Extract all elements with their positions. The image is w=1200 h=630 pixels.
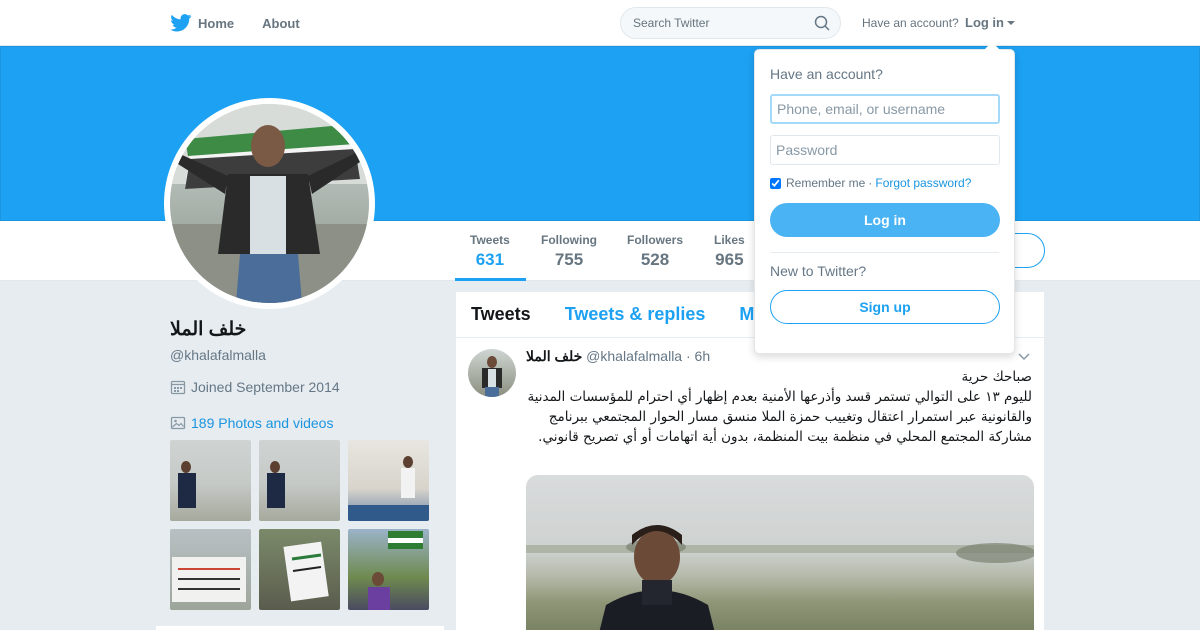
thumbnail-figure	[267, 461, 285, 508]
joined-date: Joined September 2014	[170, 379, 340, 395]
calendar-icon	[170, 380, 186, 395]
signup-button[interactable]: Sign up	[770, 290, 1000, 324]
photos-videos-label: 189 Photos and videos	[191, 415, 334, 431]
login-dropdown: Have an account? Remember me · Forgot pa…	[754, 42, 1015, 354]
username-field[interactable]	[770, 94, 1000, 124]
login-link-label: Log in	[965, 15, 1004, 30]
stat-tweets[interactable]: Tweets 631	[470, 233, 510, 270]
profile-avatar[interactable]	[164, 98, 375, 309]
search-input[interactable]: Search Twitter	[620, 7, 841, 39]
tweet-text: صباحك حرية لليوم ١٣ على التوالي تستمر قس…	[527, 369, 1032, 445]
stat-likes-label: Likes	[714, 233, 745, 247]
media-thumbnail[interactable]	[170, 529, 251, 610]
have-account-text: Have an account?	[862, 16, 959, 30]
media-thumbnail[interactable]	[348, 440, 429, 521]
remember-row: Remember me · Forgot password?	[770, 176, 999, 190]
photos-videos-link[interactable]: 189 Photos and videos	[170, 415, 333, 431]
stat-following-label: Following	[541, 233, 597, 247]
nav-left: Home About	[170, 0, 328, 46]
stat-likes-value: 965	[715, 250, 744, 269]
password-field[interactable]	[770, 135, 1000, 165]
tweet-avatar[interactable]	[468, 349, 516, 397]
tweet-author-name[interactable]: خلف الملا	[526, 348, 582, 364]
thumbnail-figure	[348, 456, 429, 521]
dropdown-divider	[770, 252, 999, 253]
stat-likes[interactable]: Likes 965	[714, 233, 745, 270]
tweet-photo-illustration	[526, 525, 1034, 630]
search-icon[interactable]	[814, 15, 830, 31]
dropdown-title: Have an account?	[770, 66, 883, 82]
tweet-media-photo[interactable]	[526, 475, 1034, 630]
search-placeholder: Search Twitter	[633, 16, 710, 30]
forgot-password-link[interactable]: Forgot password?	[875, 176, 971, 190]
nav-home-label: Home	[198, 15, 235, 31]
left-card-edge	[156, 626, 444, 630]
stat-following-value: 755	[554, 250, 584, 269]
active-stat-underline	[455, 278, 526, 281]
media-thumbnail[interactable]	[259, 440, 340, 521]
twitter-bird-icon	[170, 14, 192, 32]
login-button[interactable]: Log in	[770, 203, 1000, 237]
login-dropdown-toggle[interactable]: Log in	[965, 15, 1015, 30]
media-thumbnail[interactable]	[259, 529, 340, 610]
chevron-down-icon[interactable]	[1018, 353, 1030, 361]
photo-icon	[170, 416, 186, 430]
tweet-avatar-figure	[482, 356, 502, 397]
new-to-twitter-text: New to Twitter?	[770, 263, 867, 279]
tweet-header: خلف الملا @khalafalmalla · 6h	[526, 348, 710, 365]
media-thumbnail-grid	[170, 440, 430, 610]
thumbnail-figure	[178, 461, 196, 508]
profile-handle: @khalafalmalla	[170, 347, 266, 363]
nav-home[interactable]: Home	[170, 14, 234, 32]
stat-tweets-value: 631	[475, 250, 505, 269]
remember-me-label[interactable]: Remember me	[786, 176, 865, 190]
caret-down-icon	[1007, 20, 1015, 25]
tweet-time[interactable]: · 6h	[686, 348, 710, 364]
stat-followers[interactable]: Followers 528	[627, 233, 683, 270]
nav-about-label: About	[262, 15, 300, 31]
media-thumbnail[interactable]	[348, 529, 429, 610]
thumbnail-figure	[368, 531, 423, 610]
tab-tweets[interactable]: Tweets	[471, 304, 531, 325]
tab-tweets-replies[interactable]: Tweets & replies	[565, 304, 706, 325]
stat-tweets-label: Tweets	[470, 233, 510, 247]
tweet-author-handle[interactable]: @khalafalmalla	[586, 348, 682, 364]
stat-followers-value: 528	[640, 250, 670, 269]
joined-text: Joined September 2014	[191, 379, 340, 395]
thumbnail-figure	[172, 557, 246, 602]
remember-me-checkbox[interactable]	[770, 177, 781, 189]
stat-following[interactable]: Following 755	[541, 233, 597, 270]
stat-followers-label: Followers	[627, 233, 684, 247]
thumbnail-figure	[283, 541, 329, 602]
avatar-photo	[170, 104, 369, 303]
nav-about[interactable]: About	[262, 16, 300, 31]
tab-media[interactable]: M	[739, 304, 754, 325]
separator-dot: ·	[868, 176, 873, 190]
avatar-illustration	[170, 104, 369, 303]
profile-name: خلف الملا	[170, 319, 247, 340]
top-navigation-bar: Home About Search Twitter Have an accoun…	[0, 0, 1200, 46]
media-thumbnail[interactable]	[170, 440, 251, 521]
